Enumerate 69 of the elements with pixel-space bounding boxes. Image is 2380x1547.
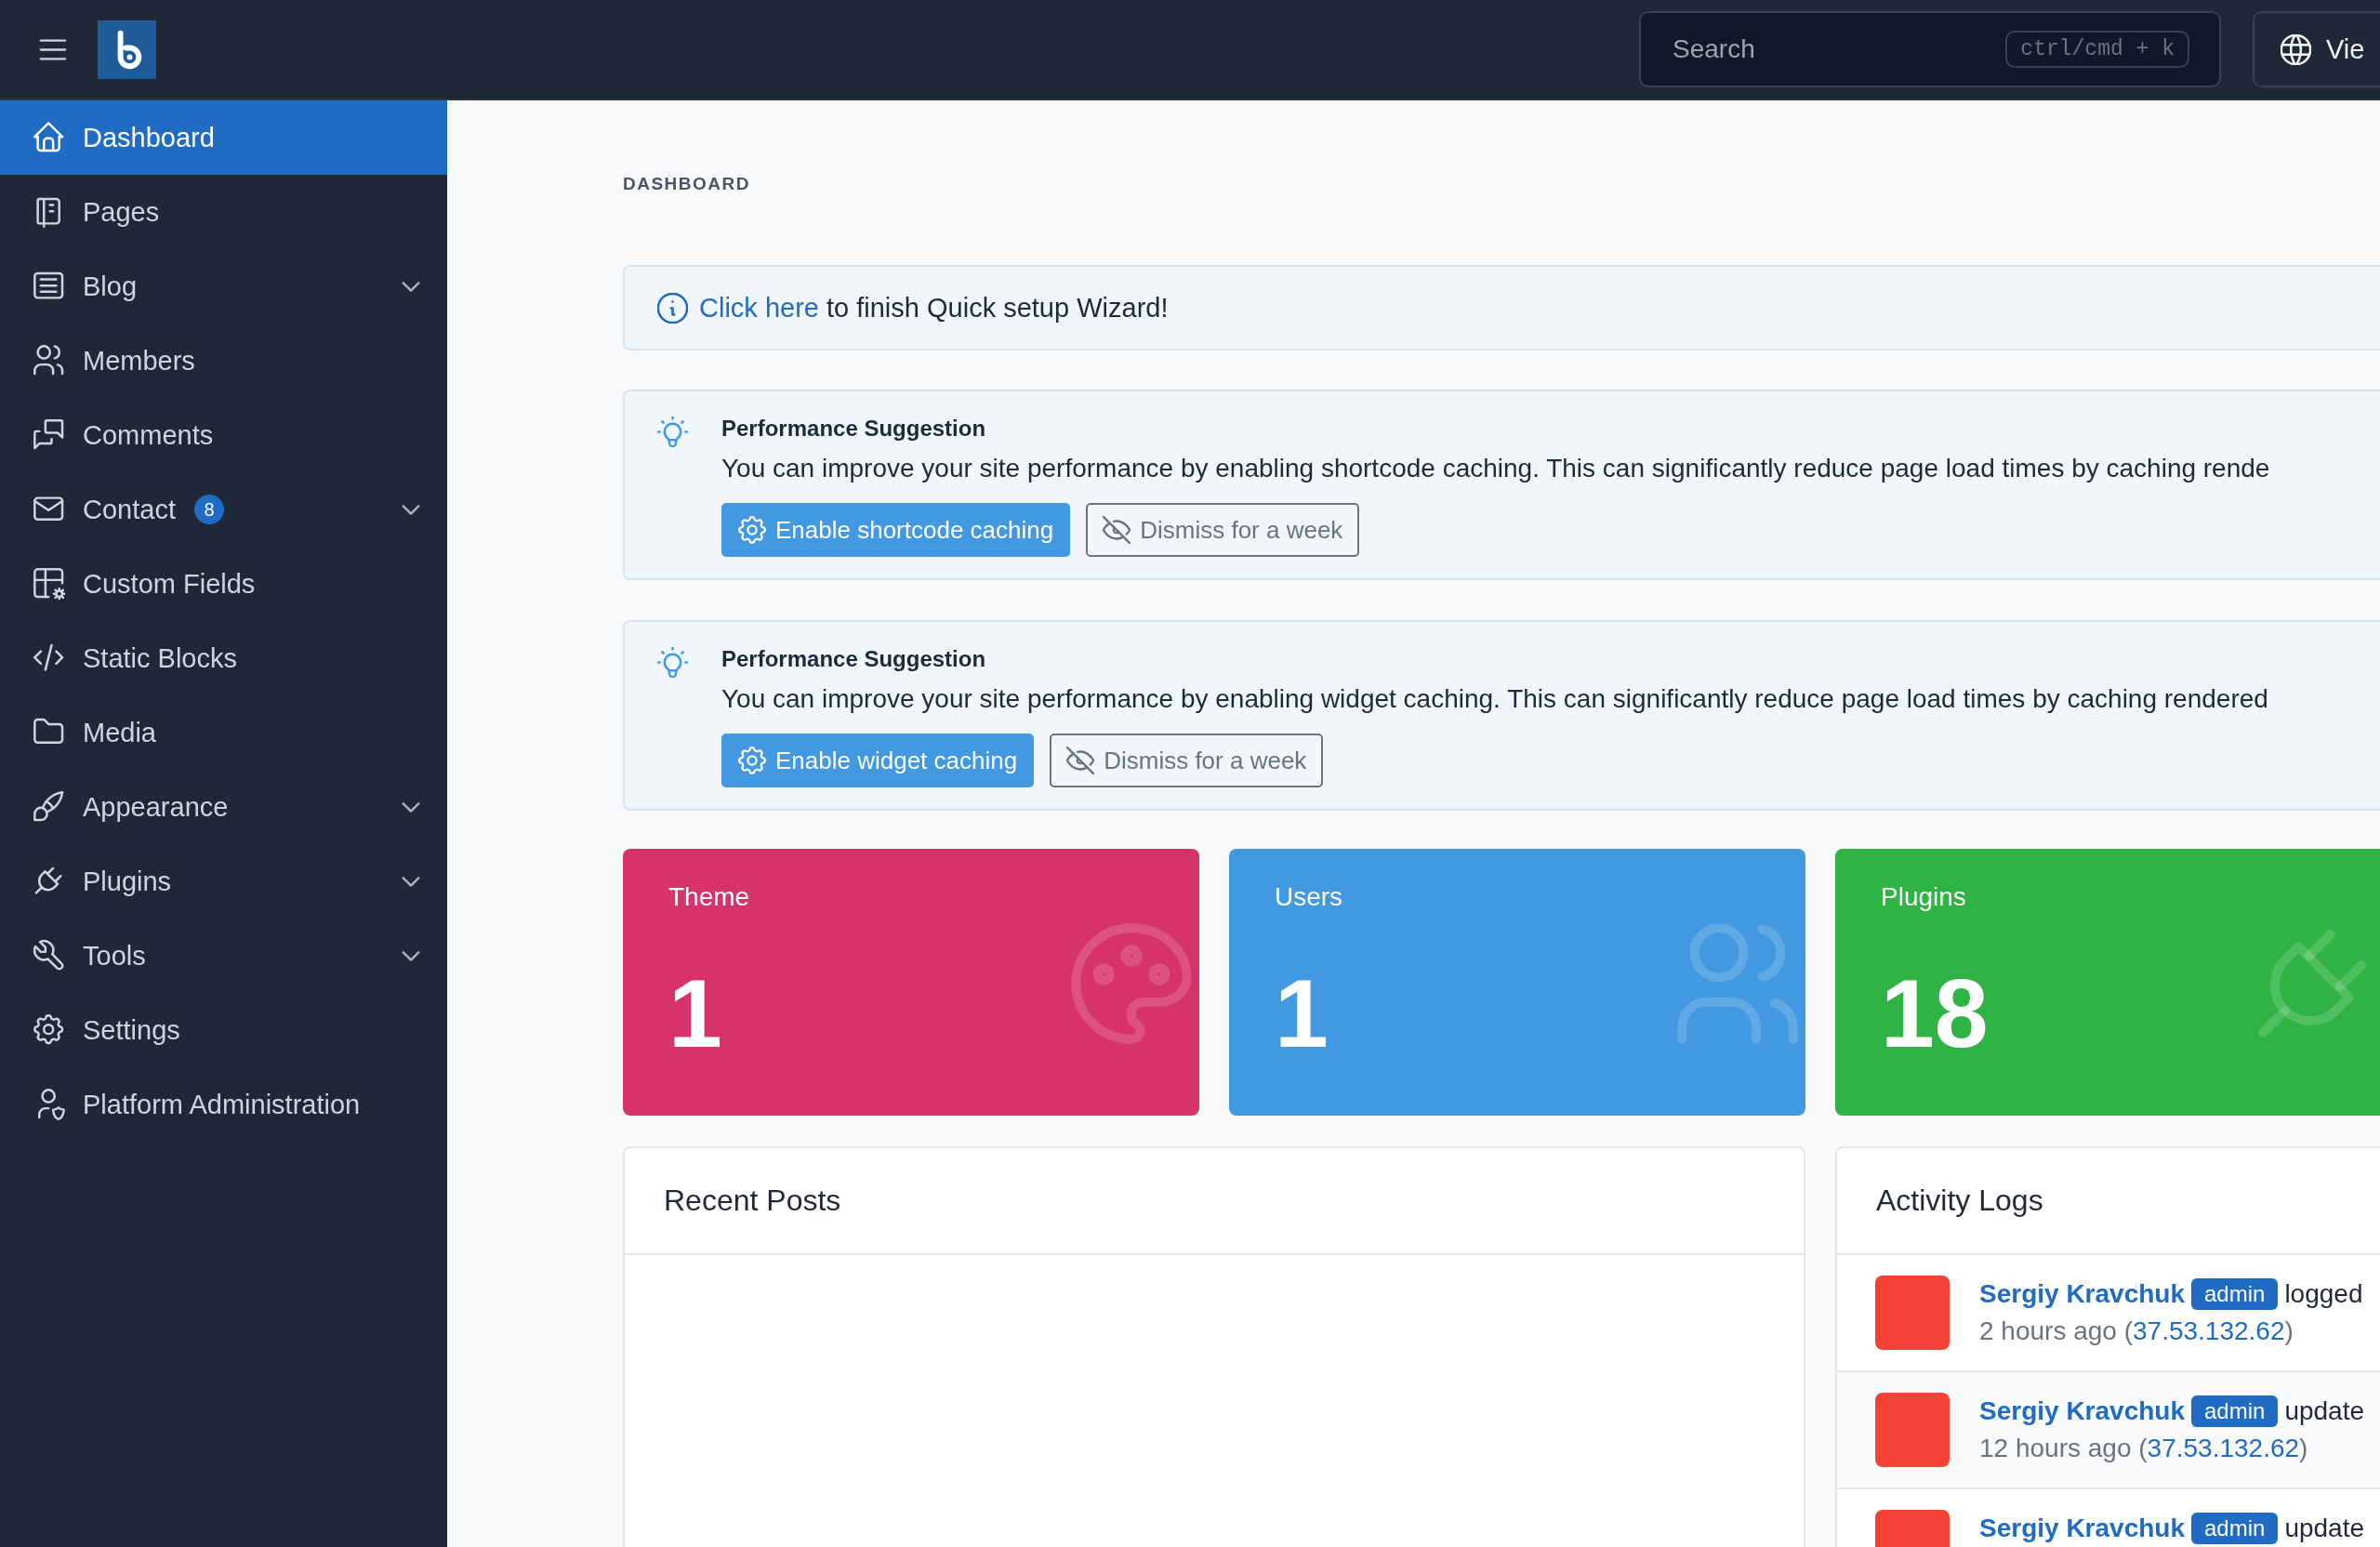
sidebar-item[interactable]: Platform Administration (0, 1067, 447, 1142)
sidebar-item[interactable]: Custom Fields (0, 547, 447, 621)
suggestion-title: Performance Suggestion (721, 645, 986, 673)
stat-label: Theme (668, 881, 750, 913)
log-time: 2 hours ago (37.53.132.62) (1979, 1316, 2294, 1347)
code-icon (33, 642, 65, 674)
lightbulb-icon (657, 416, 688, 447)
sidebar-item[interactable]: Comments (0, 398, 447, 472)
settings-icon (33, 1014, 65, 1046)
count-badge: 8 (193, 495, 224, 524)
setup-link[interactable]: Click here (699, 293, 819, 323)
role-badge: admin (2191, 1278, 2279, 1310)
sidebar-item[interactable]: Members (0, 324, 447, 398)
sidebar-item[interactable]: Media (0, 695, 447, 770)
log-action: logged (2284, 1279, 2363, 1309)
user-link[interactable]: Sergiy Kravchuk (1979, 1514, 2185, 1543)
role-badge: admin (2191, 1513, 2279, 1544)
brush-icon (33, 791, 65, 823)
log-time: 12 hours ago (37.53.132.62) (1979, 1433, 2309, 1464)
suggestion-text: You can improve your site performance by enabling shortcode caching. This can significantly reduce page load times by caching rende (721, 453, 2270, 484)
stat-value: 1 (668, 959, 722, 1069)
sidebar-item[interactable]: Static Blocks (0, 621, 447, 695)
sidebar-item[interactable]: Pages (0, 175, 447, 249)
ip-link[interactable]: 37.53.132.62 (2133, 1316, 2285, 1345)
dismiss-button[interactable]: Dismiss for a week (1086, 503, 1360, 557)
users-icon (1677, 923, 1798, 1044)
settings-icon (738, 516, 766, 544)
suggestion-title: Performance Suggestion (721, 415, 986, 443)
user-link[interactable]: Sergiy Kravchuk (1979, 1279, 2185, 1309)
sidebar-item[interactable]: Dashboard (0, 100, 447, 175)
card-title: Recent Posts (664, 1183, 841, 1218)
log-action: update (2284, 1396, 2364, 1426)
sidebar-item[interactable]: Appearance (0, 770, 447, 844)
breadcrumb: DASHBOARD (623, 174, 750, 194)
view-button[interactable]: Vie (2253, 11, 2380, 87)
house-icon (33, 122, 65, 153)
user-link[interactable]: Sergiy Kravchuk (1979, 1396, 2185, 1426)
info-icon (657, 292, 688, 324)
sidebar-item[interactable]: Plugins (0, 844, 447, 919)
list-icon (33, 271, 65, 302)
card-title: Activity Logs (1876, 1183, 2043, 1218)
stat-label: Plugins (1881, 881, 1966, 913)
suggestion-text: You can improve your site performance by enabling widget caching. This can significantly reduce page load times by caching rendered (721, 683, 2268, 715)
logo-icon[interactable] (98, 20, 156, 79)
menu-icon[interactable] (39, 38, 67, 60)
sidebar-item[interactable]: Settings (0, 993, 447, 1067)
log-action: update (2284, 1514, 2364, 1543)
palette-icon (1071, 923, 1192, 1044)
sidebar-item[interactable]: Tools (0, 919, 447, 993)
ip-link[interactable]: 37.53.132.62 (2147, 1434, 2300, 1462)
sidebar-item[interactable]: Blog (0, 249, 447, 324)
plug-icon (33, 866, 65, 897)
settings-icon (738, 747, 766, 774)
dismiss-button[interactable]: Dismiss for a week (1050, 734, 1324, 787)
users-icon (33, 345, 65, 377)
shortcut-hint: ctrl/cmd + k (2005, 31, 2189, 68)
stat-label: Users (1275, 881, 1343, 913)
lightbulb-icon (657, 647, 688, 678)
stat-value: 18 (1881, 959, 1989, 1069)
globe-icon (2281, 33, 2311, 65)
eye-off-icon (1066, 747, 1095, 774)
sidebar-item[interactable]: Contact 8 (0, 472, 447, 547)
table-gear-icon (33, 568, 65, 600)
role-badge: admin (2191, 1395, 2279, 1427)
alert-message: Click here to finish Quick setup Wizard! (699, 292, 1169, 324)
stat-value: 1 (1275, 959, 1329, 1069)
eye-off-icon (1103, 516, 1131, 544)
wrench-icon (33, 940, 65, 972)
messages-icon (33, 419, 65, 451)
